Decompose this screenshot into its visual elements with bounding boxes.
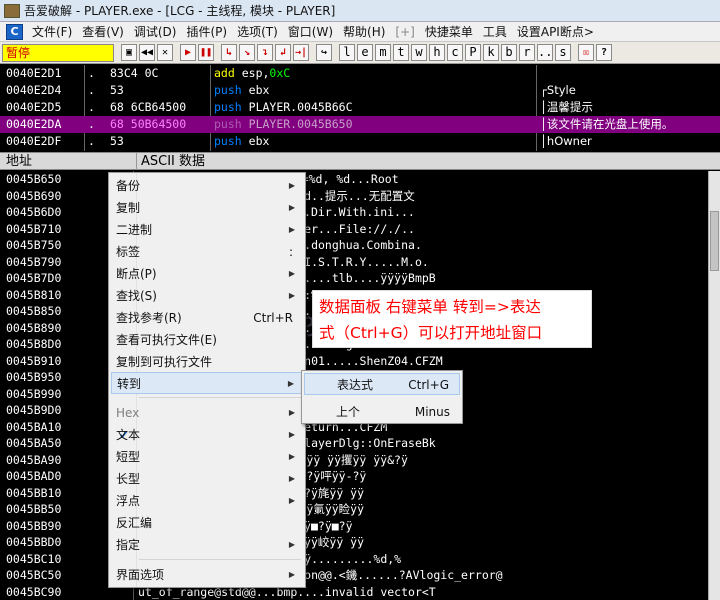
chevron-right-icon: ▶	[288, 474, 295, 483]
toolbar-l[interactable]: l	[339, 44, 355, 61]
disassembly-pane[interactable]: 0040E2D1 . 83C4 0C add esp,0xC 0040E2D4 …	[0, 65, 720, 151]
disasm-row[interactable]: 0040E2D4 . 53 push ebx ┌Style	[0, 82, 720, 99]
chevron-right-icon: ▶	[288, 203, 295, 212]
context-item[interactable]: 查找参考(R) Ctrl+R	[111, 307, 303, 329]
context-item[interactable]: 转到 ▶	[111, 372, 303, 394]
menu-bar: C 文件(F) 查看(V) 调试(D) 插件(P) 选项(T) 窗口(W) 帮助…	[0, 22, 720, 42]
menu-debug[interactable]: 调试(D)	[129, 23, 182, 40]
menu-view[interactable]: 查看(V)	[77, 23, 129, 40]
chevron-right-icon: ▶	[288, 570, 295, 579]
goto-submenu: 表达式 Ctrl+G 上个 Minus	[301, 370, 463, 424]
window-title: 吾爱破解 - PLAYER.exe - [LCG - 主线程, 模块 - PLA…	[24, 4, 336, 18]
app-icon	[4, 3, 20, 18]
toolbar-r[interactable]: r	[519, 44, 535, 61]
context-item[interactable]: ✔ 文本 ▶	[111, 424, 303, 446]
chevron-right-icon: ▶	[288, 408, 295, 417]
title-bar: 吾爱破解 - PLAYER.exe - [LCG - 主线程, 模块 - PLA…	[0, 0, 720, 22]
go-to-icon[interactable]: ↪	[316, 44, 332, 61]
annotation-note: 数据面板 右键菜单 转到=>表达 式（Ctrl+G）可以打开地址窗口	[312, 290, 592, 348]
disasm-row[interactable]: 0040E2D1 . 83C4 0C add esp,0xC	[0, 65, 720, 82]
submenu-expression[interactable]: 表达式 Ctrl+G	[304, 373, 460, 395]
open-icon[interactable]: ▣	[121, 44, 137, 61]
chevron-right-icon: ▶	[288, 496, 295, 505]
toolbar-s[interactable]: s	[555, 44, 571, 61]
header-ascii[interactable]: ASCII 数据	[136, 153, 205, 170]
menu-file[interactable]: 文件(F)	[27, 23, 77, 40]
toolbar-h[interactable]: h	[429, 44, 445, 61]
disasm-row[interactable]: 0040E2DF . 53 push ebx │hOwner	[0, 133, 720, 150]
step-over-icon[interactable]: ↘	[239, 44, 255, 61]
chevron-right-icon: ▶	[288, 225, 295, 234]
toolbar: 暂停 ▣ ◀◀ ✕ ▶ ❚❚ ↳ ↘ ↴ ↲ →| ↪ l e m t w h …	[0, 42, 720, 64]
context-item[interactable]: 断点(P) ▶	[111, 263, 303, 285]
menu-separator	[139, 559, 301, 560]
step-into-icon[interactable]: ↳	[221, 44, 237, 61]
chevron-right-icon: ▶	[288, 540, 295, 549]
context-item[interactable]: 复制到可执行文件	[111, 351, 303, 373]
chevron-right-icon: ▶	[288, 269, 295, 278]
context-menu: 备份 ▶ 复制 ▶ 二进制 ▶ 标签: 断点(P) ▶ 查找(S) ▶ 查找参考(R) Ctrl+R 查看…	[108, 172, 306, 588]
context-item[interactable]: 查看可执行文件(E)	[111, 329, 303, 351]
menu-separator	[139, 397, 301, 398]
dump-header: 地址 ASCII 数据	[0, 152, 720, 170]
context-item[interactable]: 备份 ▶	[111, 175, 303, 197]
trace-into-icon[interactable]: ↴	[257, 44, 273, 61]
run-icon[interactable]: ▶	[180, 44, 196, 61]
menu-window[interactable]: 窗口(W)	[283, 23, 338, 40]
context-item[interactable]: 查找(S) ▶	[111, 285, 303, 307]
toolbar-c[interactable]: c	[447, 44, 463, 61]
plugin-icon[interactable]: ☒	[578, 44, 594, 61]
chevron-right-icon: ▶	[287, 379, 294, 388]
toolbar-m[interactable]: m	[375, 44, 391, 61]
menu-shortcuts[interactable]: 快捷菜单	[420, 23, 478, 40]
context-item[interactable]: 二进制 ▶	[111, 219, 303, 241]
context-item[interactable]: 复制 ▶	[111, 197, 303, 219]
toolbar-more[interactable]: ...	[537, 44, 560, 61]
menu-api-breakpoints[interactable]: 设置API断点>	[512, 23, 599, 40]
menu-help[interactable]: 帮助(H)	[338, 23, 390, 40]
menu-options[interactable]: 选项(T)	[232, 23, 283, 40]
menu-tools[interactable]: 工具	[478, 23, 512, 40]
chevron-right-icon: ▶	[288, 430, 295, 439]
chevron-right-icon: ▶	[288, 452, 295, 461]
app-logo-icon[interactable]: C	[6, 23, 23, 40]
context-item[interactable]: 浮点 ▶	[111, 490, 303, 512]
scrollbar-thumb[interactable]	[710, 211, 719, 271]
dump-scrollbar[interactable]	[708, 171, 720, 600]
chevron-right-icon: ▶	[288, 181, 295, 190]
toolbar-e[interactable]: e	[357, 44, 373, 61]
toolbar-b[interactable]: b	[501, 44, 517, 61]
toolbar-P[interactable]: P	[465, 44, 481, 61]
header-address[interactable]: 地址	[6, 153, 32, 170]
toolbar-k[interactable]: k	[483, 44, 499, 61]
context-item[interactable]: Hex ▶	[111, 402, 303, 424]
close-icon[interactable]: ✕	[157, 44, 173, 61]
help-icon[interactable]: ?	[596, 44, 612, 61]
context-item[interactable]: 指定 ▶	[111, 534, 303, 556]
disasm-row-selected[interactable]: 0040E2DA . 68 50B64500 push PLAYER.0045B…	[0, 116, 720, 133]
execute-till-return-icon[interactable]: →|	[293, 44, 309, 61]
status-paused: 暂停	[2, 43, 114, 62]
toolbar-t[interactable]: t	[393, 44, 409, 61]
context-item[interactable]: 标签:	[111, 241, 303, 263]
context-item[interactable]: 反汇编	[111, 512, 303, 534]
context-item[interactable]: 短型 ▶	[111, 446, 303, 468]
context-item[interactable]: 长型 ▶	[111, 468, 303, 490]
pause-icon[interactable]: ❚❚	[198, 44, 214, 61]
chevron-right-icon: ▶	[288, 291, 295, 300]
rewind-icon[interactable]: ◀◀	[139, 44, 155, 61]
trace-over-icon[interactable]: ↲	[275, 44, 291, 61]
toolbar-w[interactable]: w	[411, 44, 427, 61]
context-item[interactable]: 界面选项 ▶	[111, 564, 303, 586]
menu-expand[interactable]: [+]	[390, 25, 419, 39]
menu-plugins[interactable]: 插件(P)	[181, 23, 232, 40]
submenu-previous[interactable]: 上个 Minus	[304, 401, 460, 423]
disasm-row[interactable]: 0040E2D5 . 68 6CB64500 push PLAYER.0045B…	[0, 99, 720, 116]
